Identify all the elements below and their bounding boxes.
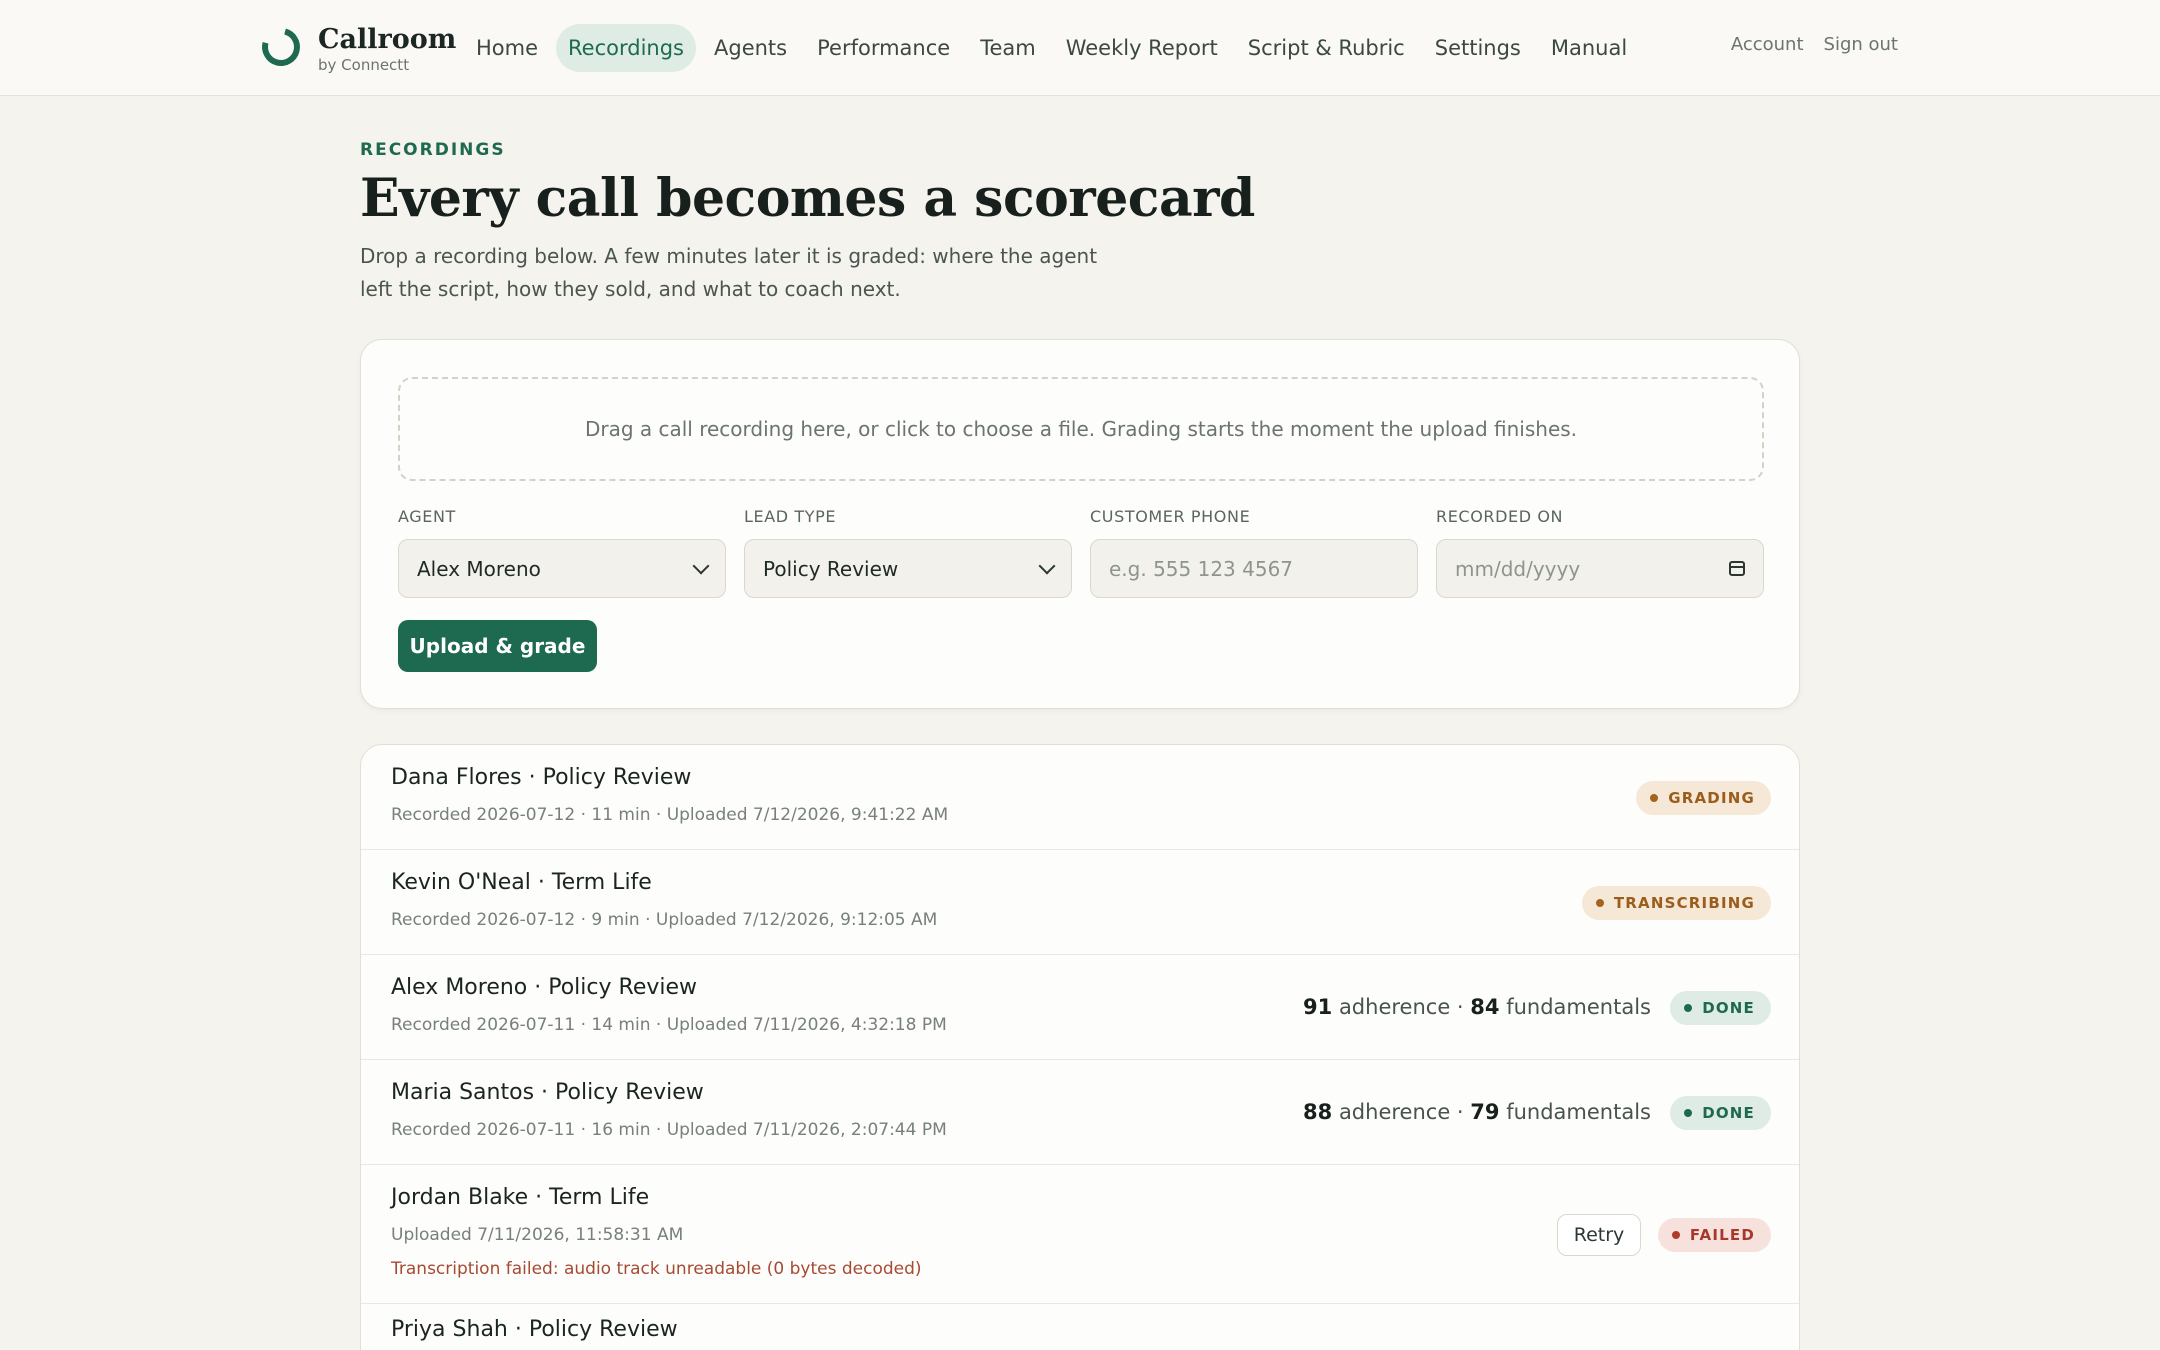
adherence-score: 88 [1303, 1100, 1333, 1124]
lead-type-field: LEAD TYPE Policy Review [744, 507, 1072, 598]
list-item[interactable]: Alex Moreno · Policy Review Recorded 202… [361, 955, 1799, 1060]
recorded-on-placeholder: mm/dd/yyyy [1455, 556, 1581, 581]
chevron-down-icon [1038, 557, 1056, 575]
upload-card: Drag a call recording here, or click to … [360, 339, 1800, 709]
status-dot-icon [1650, 794, 1659, 802]
customer-phone-placeholder: e.g. 555 123 4567 [1109, 556, 1294, 581]
recording-meta: Recorded 2026-07-12 · 9 min · Uploaded 7… [391, 910, 938, 930]
calendar-icon[interactable] [1729, 561, 1745, 576]
status-badge: FAILED [1657, 1218, 1771, 1252]
error-message: Transcription failed: audio track unread… [391, 1259, 922, 1279]
retry-button[interactable]: Retry [1557, 1214, 1641, 1256]
fundamentals-score: 79 [1470, 1100, 1500, 1124]
sign-out-link[interactable]: Sign out [1824, 34, 1898, 55]
status-badge: DONE [1670, 1096, 1771, 1130]
nav-performance[interactable]: Performance [805, 24, 962, 72]
status-dot-icon [1671, 1231, 1680, 1239]
nav-weekly-report[interactable]: Weekly Report [1054, 24, 1230, 72]
list-item[interactable]: Maria Santos · Policy Review Recorded 20… [361, 1060, 1799, 1165]
list-item[interactable]: Priya Shah · Policy Review [361, 1304, 1799, 1350]
recording-title[interactable]: Dana Flores · Policy Review [391, 765, 691, 790]
status-badge-label: DONE [1702, 1104, 1755, 1122]
nav-agents[interactable]: Agents [702, 24, 799, 72]
status-dot-icon [1684, 1109, 1693, 1117]
customer-phone-field: CUSTOMER PHONE e.g. 555 123 4567 [1090, 507, 1418, 598]
adherence-score: 91 [1303, 995, 1333, 1019]
lead-type-select-value: Policy Review [763, 556, 899, 581]
status-badge-label: FAILED [1689, 1226, 1755, 1244]
recording-title[interactable]: Maria Santos · Policy Review [391, 1080, 704, 1105]
fundamentals-label: fundamentals [1506, 995, 1651, 1019]
recording-title[interactable]: Alex Moreno · Policy Review [391, 975, 697, 1000]
status-badge: TRANSCRIBING [1581, 886, 1771, 920]
list-item[interactable]: Jordan Blake · Term Life Uploaded 7/11/2… [361, 1165, 1799, 1304]
adherence-label: adherence [1338, 1100, 1451, 1124]
recording-meta: Recorded 2026-07-12 · 11 min · Uploaded … [391, 805, 949, 825]
adherence-label: adherence [1338, 995, 1451, 1019]
status-badge-label: GRADING [1668, 789, 1755, 807]
status-badge-label: TRANSCRIBING [1613, 894, 1755, 912]
lead-type-select[interactable]: Policy Review [744, 539, 1072, 598]
agent-field: AGENT Alex Moreno [398, 507, 726, 598]
nav-recordings[interactable]: Recordings [556, 24, 696, 72]
main-nav: Home Recordings Agents Performance Team … [464, 22, 1645, 74]
recording-meta: Uploaded 7/11/2026, 11:58:31 AM [391, 1225, 684, 1245]
customer-phone-input[interactable]: e.g. 555 123 4567 [1090, 539, 1418, 598]
recording-scores: 91 adherence · 84 fundamentals [1303, 995, 1651, 1019]
status-dot-icon [1595, 899, 1604, 907]
nav-team[interactable]: Team [968, 24, 1048, 72]
recorded-on-label: RECORDED ON [1436, 507, 1564, 526]
upload-dropzone[interactable]: Drag a call recording here, or click to … [398, 377, 1764, 481]
agent-select[interactable]: Alex Moreno [398, 539, 726, 598]
recorded-on-date-input[interactable]: mm/dd/yyyy [1436, 539, 1764, 598]
dropzone-text: Drag a call recording here, or click to … [584, 417, 1578, 441]
score-separator: · [1456, 1100, 1464, 1124]
brand-subtitle: by Connectt [318, 56, 410, 74]
top-nav: Callroom by Connectt Home Recordings Age… [0, 0, 2160, 96]
brand-name: Callroom [318, 24, 457, 55]
account-link[interactable]: Account [1731, 34, 1804, 55]
nav-script-rubric[interactable]: Script & Rubric [1236, 24, 1417, 72]
recording-title[interactable]: Priya Shah · Policy Review [391, 1317, 678, 1342]
page-title: Every call becomes a scorecard [360, 168, 1255, 229]
recording-title[interactable]: Kevin O'Neal · Term Life [391, 870, 652, 895]
page-description: Drop a recording below. A few minutes la… [360, 244, 1098, 301]
upload-grade-button[interactable]: Upload & grade [398, 620, 597, 672]
fundamentals-label: fundamentals [1506, 1100, 1651, 1124]
account-links: Account Sign out [1711, 34, 1898, 55]
recording-scores: 88 adherence · 79 fundamentals [1303, 1100, 1651, 1124]
nav-manual[interactable]: Manual [1539, 24, 1639, 72]
status-badge-label: DONE [1702, 999, 1755, 1017]
fundamentals-score: 84 [1470, 995, 1500, 1019]
chevron-down-icon [692, 557, 710, 575]
agent-select-value: Alex Moreno [417, 556, 541, 581]
score-separator: · [1456, 995, 1464, 1019]
list-item[interactable]: Dana Flores · Policy Review Recorded 202… [361, 745, 1799, 850]
recording-meta: Recorded 2026-07-11 · 14 min · Uploaded … [391, 1015, 947, 1035]
nav-settings[interactable]: Settings [1423, 24, 1533, 72]
status-dot-icon [1684, 1004, 1693, 1012]
recordings-list: Dana Flores · Policy Review Recorded 202… [360, 744, 1800, 1350]
agent-label: AGENT [398, 507, 456, 526]
list-item[interactable]: Kevin O'Neal · Term Life Recorded 2026-0… [361, 850, 1799, 955]
recording-title[interactable]: Jordan Blake · Term Life [391, 1185, 649, 1210]
customer-phone-label: CUSTOMER PHONE [1090, 507, 1251, 526]
lead-type-label: LEAD TYPE [744, 507, 837, 526]
section-eyebrow: RECORDINGS [360, 140, 506, 160]
logo-ring-icon [255, 21, 307, 73]
recorded-on-field: RECORDED ON mm/dd/yyyy [1436, 507, 1764, 598]
nav-home[interactable]: Home [464, 24, 550, 72]
recording-meta: Recorded 2026-07-11 · 16 min · Uploaded … [391, 1120, 947, 1140]
status-badge: GRADING [1636, 781, 1771, 815]
status-badge: DONE [1670, 991, 1771, 1025]
